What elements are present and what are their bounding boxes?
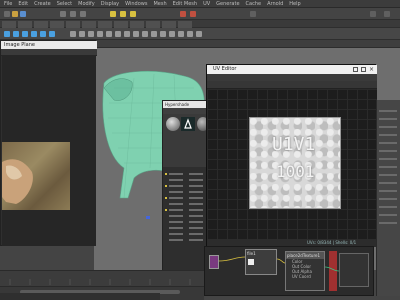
shelf-tab[interactable] (34, 21, 48, 28)
node-editor[interactable]: file1 place2dTexture1 Color Out Color Ou… (204, 246, 374, 296)
sign-in-icon[interactable] (370, 11, 376, 17)
tool-icon[interactable] (169, 31, 175, 37)
shelf-tab[interactable] (146, 21, 160, 28)
shelf-tab[interactable] (130, 21, 144, 28)
shelf-tabs (0, 20, 400, 28)
shelf-tab[interactable] (18, 21, 32, 28)
tool-icon[interactable] (88, 31, 94, 37)
menu-generate[interactable]: Generate (216, 1, 239, 7)
open-scene-icon[interactable] (12, 11, 18, 17)
menu-help[interactable]: Help (289, 1, 300, 7)
input-line-icon[interactable] (250, 11, 256, 17)
shelf-tab[interactable] (82, 21, 96, 28)
uv-tile-label-number: 1001 (276, 162, 315, 181)
node-connections (218, 256, 340, 272)
hypershade-window: Hypershade (162, 100, 211, 296)
menu-windows[interactable]: Windows (125, 1, 147, 7)
image-canvas[interactable] (2, 56, 96, 246)
shelf-tab[interactable] (178, 21, 192, 28)
menu-modify[interactable]: Modify (78, 1, 95, 7)
minimize-icon[interactable] (353, 67, 358, 72)
main-menu-bar: File Edit Create Select Modify Display W… (0, 0, 400, 8)
tool-icon[interactable] (70, 31, 76, 37)
ipr-render-icon[interactable] (190, 11, 196, 17)
uv-editor-title[interactable]: UV Editor (207, 65, 377, 74)
reference-photo (2, 142, 70, 210)
plane-icon[interactable] (40, 31, 46, 37)
uv-editor-toolbar (207, 81, 377, 89)
tool-icon[interactable] (97, 31, 103, 37)
select-component-icon[interactable] (80, 11, 86, 17)
cube-icon[interactable] (13, 31, 19, 37)
menu-edit-mesh[interactable]: Edit Mesh (173, 1, 197, 7)
hypershade-title[interactable]: Hypershade (163, 101, 211, 108)
render-icon[interactable] (180, 11, 186, 17)
uv-editor-menubar (207, 74, 377, 81)
hypershade-menubar (163, 108, 211, 114)
maximize-icon[interactable] (361, 67, 366, 72)
material-swatch-icon[interactable] (166, 117, 180, 131)
select-object-icon[interactable] (70, 11, 76, 17)
tool-icon[interactable] (196, 31, 202, 37)
tool-icon[interactable] (124, 31, 130, 37)
tool-icon[interactable] (79, 31, 85, 37)
menu-mesh[interactable]: Mesh (153, 1, 166, 7)
viewport-toolbar (94, 40, 400, 48)
tool-icon[interactable] (133, 31, 139, 37)
menu-edit[interactable]: Edit (18, 1, 28, 7)
material-swatch-icon[interactable] (181, 117, 195, 131)
menu-select[interactable]: Select (57, 1, 72, 7)
shelf-tab[interactable] (2, 21, 16, 28)
cone-icon[interactable] (31, 31, 37, 37)
shelf-tab[interactable] (114, 21, 128, 28)
shelf-tab[interactable] (50, 21, 64, 28)
menu-uv[interactable]: UV (203, 1, 210, 7)
image-window-title[interactable]: Image Plane (1, 41, 97, 49)
shelf-tab[interactable] (162, 21, 176, 28)
snap-curve-icon[interactable] (120, 11, 126, 17)
workspace-icon[interactable] (384, 11, 390, 17)
menu-arnold[interactable]: Arnold (267, 1, 283, 7)
shelf-tab[interactable] (98, 21, 112, 28)
manipulator-handle[interactable] (146, 216, 150, 219)
menu-file[interactable]: File (4, 1, 12, 7)
sphere-icon[interactable] (4, 31, 10, 37)
new-scene-icon[interactable] (4, 11, 10, 17)
tool-icon[interactable] (142, 31, 148, 37)
select-hierarchy-icon[interactable] (60, 11, 66, 17)
uv-tile-label-uv: U1V1 (272, 134, 316, 155)
torus-icon[interactable] (49, 31, 55, 37)
time-slider[interactable] (0, 270, 204, 286)
tool-icon[interactable] (106, 31, 112, 37)
cylinder-icon[interactable] (22, 31, 28, 37)
tool-icon[interactable] (115, 31, 121, 37)
attribute-editor-panel (376, 100, 400, 296)
snap-point-icon[interactable] (130, 11, 136, 17)
shelf (0, 28, 400, 40)
lion-photo-image (2, 159, 33, 204)
uv-checker-tile: U1V1 1001 (249, 117, 341, 209)
tool-icon[interactable] (187, 31, 193, 37)
tool-icon[interactable] (178, 31, 184, 37)
status-line-toolbar (0, 8, 400, 20)
shelf-tab[interactable] (66, 21, 80, 28)
menu-cache[interactable]: Cache (246, 1, 262, 7)
image-window-menubar (1, 49, 97, 56)
tool-icon[interactable] (151, 31, 157, 37)
save-scene-icon[interactable] (20, 11, 26, 17)
uv-grid-canvas[interactable]: U1V1 1001 (207, 89, 377, 239)
menu-display[interactable]: Display (101, 1, 119, 7)
close-icon[interactable]: × (369, 66, 375, 73)
image-plane-window: Image Plane (0, 40, 97, 246)
uv-editor-window: UV Editor × U1V1 1001 UVs: 0/8344 | Shel… (206, 64, 377, 247)
tool-icon[interactable] (160, 31, 166, 37)
snap-grid-icon[interactable] (110, 11, 116, 17)
command-line[interactable] (0, 293, 160, 300)
menu-create[interactable]: Create (34, 1, 51, 7)
